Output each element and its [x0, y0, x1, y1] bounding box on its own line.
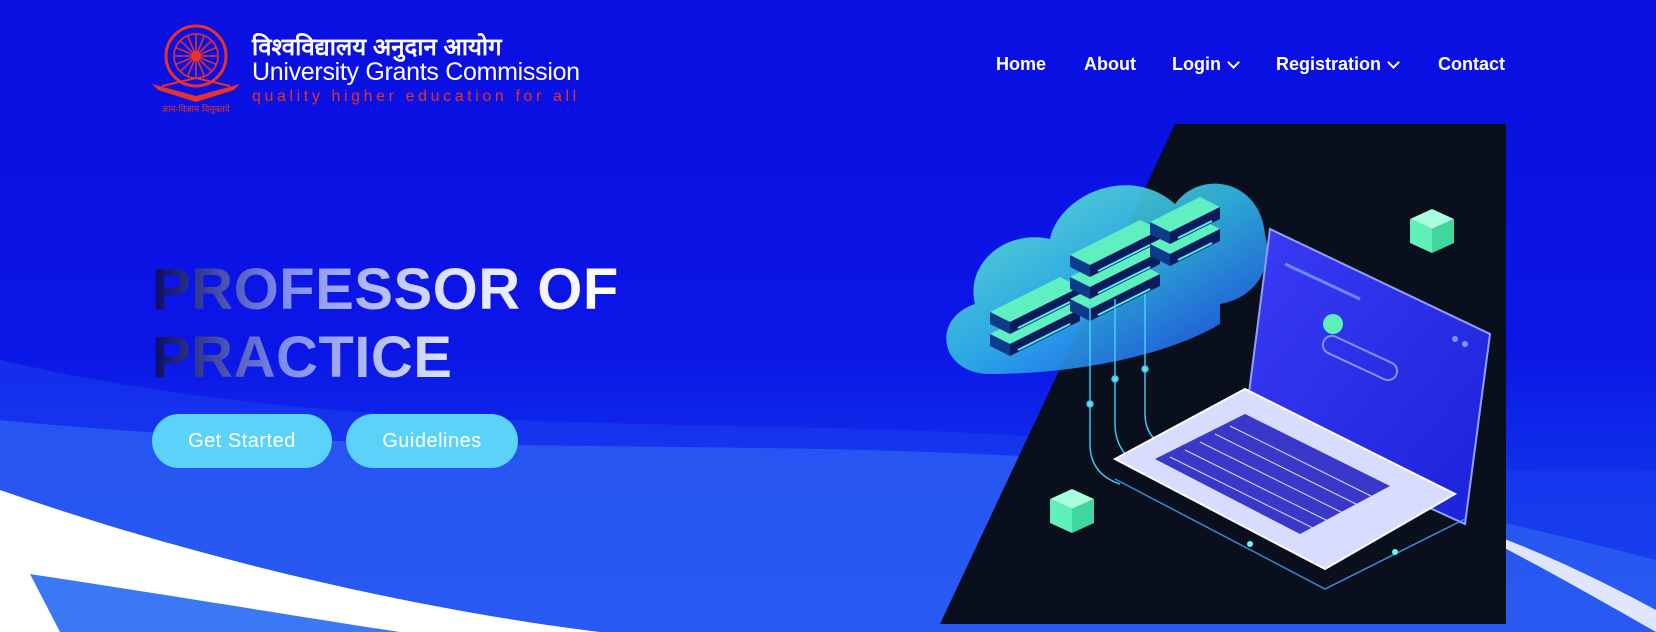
hero-title-line2: PRACTICE: [152, 325, 453, 390]
guidelines-button[interactable]: Guidelines: [346, 414, 518, 468]
ugc-emblem-icon: ज्ञान-विज्ञान विमुक्तये: [152, 24, 240, 114]
nav-login[interactable]: Login: [1172, 54, 1240, 75]
nav-home[interactable]: Home: [996, 54, 1046, 75]
hero-title-line1: PROFESSOR OF: [152, 257, 619, 322]
nav-about-label: About: [1084, 54, 1136, 74]
chevron-down-icon: [1227, 55, 1240, 69]
nav-home-label: Home: [996, 54, 1047, 74]
nav-login-label: Login: [1172, 54, 1221, 74]
emblem-caption: ज्ञान-विज्ञान विमुक्तये: [162, 103, 230, 114]
logo-tagline: quality higher education for all: [252, 88, 580, 105]
nav-registration-label: Registration: [1276, 54, 1382, 74]
nav-registration[interactable]: Registration: [1276, 54, 1400, 75]
nav-contact-label: Contact: [1438, 54, 1505, 74]
nav-contact[interactable]: Contact: [1438, 54, 1505, 75]
nav-about[interactable]: About: [1084, 54, 1136, 75]
cloud-server-laptop-illustration: [940, 124, 1506, 624]
hero-title: PROFESSOR OF PRACTICE: [152, 256, 619, 392]
chevron-down-icon: [1387, 55, 1400, 69]
get-started-button[interactable]: Get Started: [152, 414, 332, 468]
logo-english-name: University Grants Commission: [252, 58, 580, 86]
